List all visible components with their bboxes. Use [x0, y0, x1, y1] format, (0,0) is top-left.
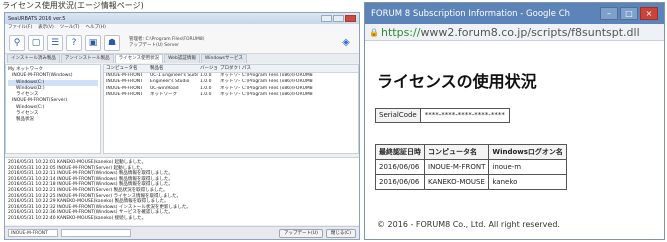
cell-computer: INOUE-M-FRONT — [423, 159, 490, 175]
header-logon: Windowsログオン名 — [488, 144, 567, 160]
update-button[interactable]: アップデート(U) — [279, 228, 323, 238]
grid-cell: ネットワーク — [150, 91, 177, 97]
close-button[interactable] — [345, 15, 356, 22]
menu-tools[interactable]: ツール(T) — [60, 24, 80, 32]
serial-value: ****-****-****-****-**** — [424, 111, 505, 119]
browser-controls: – □ × — [600, 7, 658, 20]
left-window-titlebar: SeaURBATS 2016 ver.5 — [5, 13, 359, 24]
url-scheme: https:// — [381, 25, 421, 39]
tab-license-usage[interactable]: ライセンス使用状況 — [114, 54, 164, 63]
left-window-controls — [321, 15, 356, 22]
cell-date: 2016/06/06 — [375, 159, 425, 175]
network-icon[interactable]: ◈ — [339, 36, 353, 50]
grid-header-cell[interactable]: コンピュータ名 — [104, 65, 148, 72]
grid-header-cell[interactable]: 製品名 — [148, 65, 198, 72]
settings-icon[interactable]: ☰ — [47, 34, 63, 51]
table-row: 2016/06/06 KANEKO-MOUSE kaneko — [375, 174, 567, 190]
header-last-auth: 最終認証日時 — [375, 144, 425, 160]
help-icon[interactable]: ? — [66, 34, 82, 51]
tab-uninstalled[interactable]: アンインストール製品 — [60, 54, 114, 63]
figure-caption: ライセンス使用状況(エージ情報ページ) — [2, 1, 144, 10]
computer-tree: My ネットワーク INOUE-M-FRONT(Windows) Windows… — [5, 64, 101, 154]
lock-icon: 🔒 — [369, 27, 379, 37]
left-window-title: SeaURBATS 2016 ver.5 — [8, 15, 66, 22]
toolbar-info-line1: 管理者: C:\Program Files\FORUM8\ — [129, 36, 205, 42]
table-row[interactable]: INOUE-M-FRONT ネットワーク 1.0.0 ネットワーク C:\Pro… — [104, 92, 358, 98]
grid-cell: ネットワーク — [220, 91, 240, 97]
grid-cell: 1.0.0 — [200, 91, 212, 97]
license-usage-table: 最終認証日時 コンピュータ名 Windowsログオン名 2016/06/06 I… — [375, 144, 567, 190]
browser-window: FORUM 8 Subscription Information - Googl… — [364, 2, 665, 240]
tab-web-auth[interactable]: Web認証情報 — [164, 54, 200, 63]
tab-installed[interactable]: インストール済み製品 — [7, 54, 60, 63]
log-line: 2016/05/31 10:22:40 KANEKO-MOUSE(kaneko)… — [8, 215, 147, 221]
table-row: 2016/06/06 INOUE-M-FRONT inoue-m — [375, 159, 567, 175]
filter-field[interactable] — [61, 229, 131, 237]
browser-titlebar: FORUM 8 Subscription Information - Googl… — [365, 3, 664, 24]
status-bar: INOUE-M-FRONT アップデート(U) 閉じる(C) — [5, 226, 359, 239]
toolbar-info-line2: アップデート(U) Server — [129, 42, 179, 48]
tab-windows-service[interactable]: Windowsサービス — [200, 54, 247, 63]
menu-file[interactable]: ファイル(F) — [8, 24, 32, 32]
browser-title: FORUM 8 Subscription Information - Googl… — [371, 8, 571, 19]
toolbar-info: 管理者: C:\Program Files\FORUM8\ アップデート(U) … — [129, 37, 204, 49]
copyright-text: © 2016 - FORUM8 Co., Ltd. All right rese… — [377, 220, 560, 229]
event-log[interactable]: 2016/05/31 10:22:01 KANEKO-MOUSE(kaneko)… — [5, 157, 359, 225]
page-title: ライセンスの使用状況 — [377, 72, 537, 91]
minimize-button[interactable] — [321, 15, 332, 22]
grid-cell: C:\Program Files (x86)\FORUM8 — [242, 91, 313, 97]
toolbar: ⚲ ▢ ☰ ? ▣ ☗ 管理者: C:\Program Files\FORUM8… — [5, 32, 359, 54]
menu-view[interactable]: 表示(V) — [38, 24, 54, 32]
menu-bar: ファイル(F) 表示(V) ツール(T) ヘルプ(H) — [5, 24, 359, 32]
grid-header: コンピュータ名 製品名 バージョン プロダクト パス — [104, 65, 358, 73]
address-bar[interactable]: 🔒 https://www2.forum8.co.jp/scripts/f8su… — [365, 24, 664, 41]
maximize-button[interactable] — [333, 15, 344, 22]
grid-header-cell[interactable]: バージョン — [198, 65, 218, 72]
browser-close-button[interactable]: × — [640, 7, 658, 20]
cell-logon: kaneko — [488, 174, 567, 190]
tree-node[interactable]: 製品状況 — [8, 117, 98, 123]
url-path: /scripts/f8suntspt.dll — [527, 25, 640, 39]
product-grid: コンピュータ名 製品名 バージョン プロダクト パス INOUE-M-FRONT… — [103, 64, 359, 154]
search-icon[interactable]: ⚲ — [9, 34, 25, 51]
refresh-icon[interactable]: ▢ — [28, 34, 44, 51]
page-content: ライセンスの使用状況 SerialCode ****-****-****-***… — [365, 42, 664, 239]
menu-help[interactable]: ヘルプ(H) — [85, 24, 105, 32]
url-text[interactable]: https://www2.forum8.co.jp/scripts/f8sunt… — [381, 26, 640, 39]
grid-header-cell[interactable]: パス — [240, 65, 358, 72]
url-domain: www2.forum8.co.jp — [420, 25, 528, 39]
license-manager-window: SeaURBATS 2016 ver.5 ファイル(F) 表示(V) ツール(T… — [4, 12, 360, 240]
computer-field[interactable]: INOUE-M-FRONT — [8, 229, 58, 237]
main-panel: My ネットワーク INOUE-M-FRONT(Windows) Windows… — [5, 64, 359, 154]
grid-cell: INOUE-M-FRONT — [106, 91, 143, 97]
cell-logon: inoue-m — [488, 159, 567, 175]
table-header-row: 最終認証日時 コンピュータ名 Windowsログオン名 — [375, 144, 567, 160]
user-icon[interactable]: ☗ — [104, 34, 120, 51]
cell-date: 2016/06/06 — [375, 174, 425, 190]
serial-label: SerialCode — [376, 109, 421, 122]
close-dialog-button[interactable]: 閉じる(C) — [325, 228, 356, 238]
connect-icon[interactable]: ▣ — [85, 34, 101, 51]
browser-minimize-button[interactable]: – — [600, 7, 618, 20]
browser-maximize-button[interactable]: □ — [620, 7, 638, 20]
tab-bar: インストール済み製品 アンインストール製品 ライセンス使用状況 Web認証情報 … — [5, 54, 359, 63]
cell-computer: KANEKO-MOUSE — [423, 174, 490, 190]
grid-header-cell[interactable]: プロダクト — [218, 65, 240, 72]
serial-code-box: SerialCode ****-****-****-****-**** — [375, 108, 510, 123]
header-computer: コンピュータ名 — [423, 144, 490, 160]
